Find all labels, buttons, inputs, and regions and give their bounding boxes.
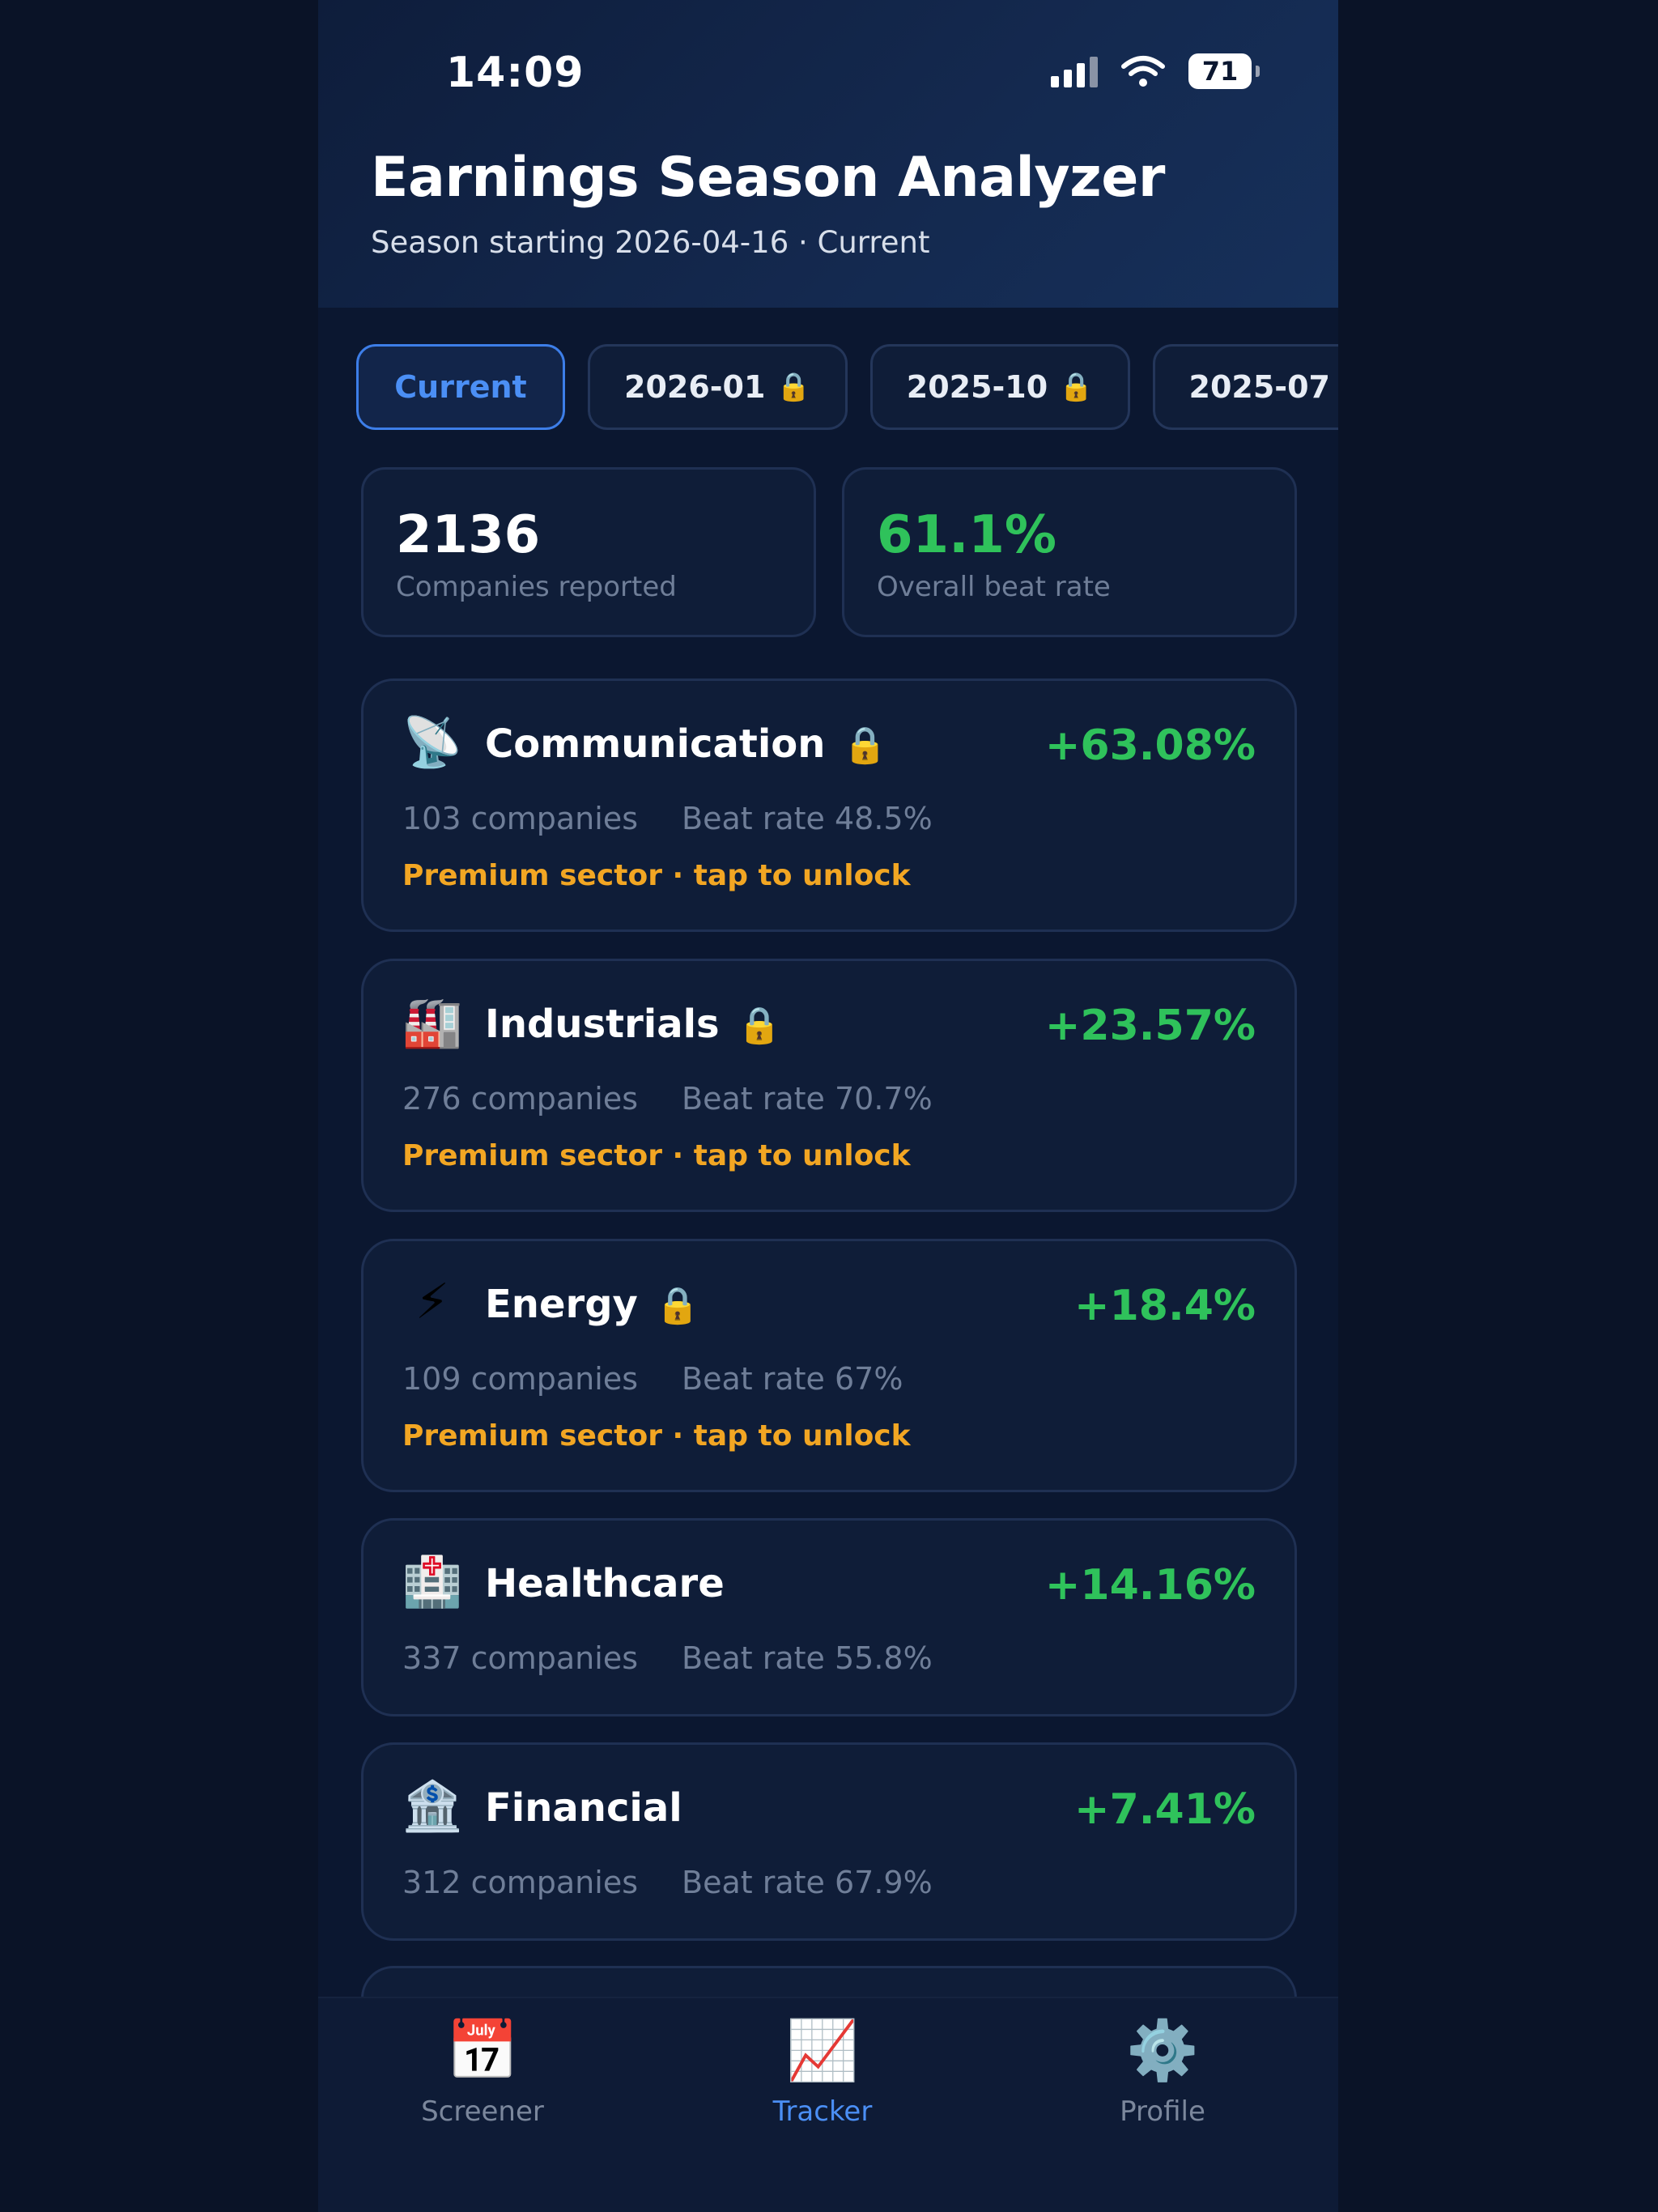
sector-name: Financial <box>485 1785 682 1831</box>
tab-label: 2025-10 <box>906 369 1048 405</box>
nav-screener[interactable]: 📅 Screener <box>385 2016 580 2128</box>
nav-tracker[interactable]: 📈 Tracker <box>725 2016 920 2128</box>
sector-beat-rate: Beat rate 48.5% <box>682 801 933 836</box>
sector-beat-rate: Beat rate 55.8% <box>682 1640 933 1676</box>
sector-card-communication[interactable]: 📡 Communication 🔒 +63.08% 103 companies B… <box>361 678 1297 932</box>
sector-change: +63.08% <box>1044 721 1256 770</box>
sector-meta: 337 companies Beat rate 55.8% <box>402 1640 933 1676</box>
battery-level: 71 <box>1201 56 1239 87</box>
sector-name: Healthcare <box>485 1561 725 1606</box>
calendar-icon: 📅 <box>446 2016 519 2084</box>
lock-icon: 🔒 <box>843 725 888 766</box>
sector-beat-rate: Beat rate 70.7% <box>682 1081 933 1117</box>
sector-card-financial[interactable]: 🏦 Financial +7.41% 312 companies Beat ra… <box>361 1742 1297 1941</box>
nav-label: Tracker <box>772 2095 873 2128</box>
sector-name: Energy 🔒 <box>485 1282 700 1327</box>
tab-2026-01[interactable]: 2026-01 🔒 <box>588 344 848 430</box>
sector-card-industrials[interactable]: 🏭 Industrials 🔒 +23.57% 276 companies Bea… <box>361 959 1297 1212</box>
lock-icon: 🔒 <box>1059 371 1094 403</box>
sector-beat-rate: Beat rate 67.9% <box>682 1865 933 1900</box>
sector-change: +14.16% <box>1044 1561 1256 1610</box>
beat-rate-card: 61.1% Overall beat rate <box>842 467 1297 637</box>
wifi-icon <box>1121 56 1165 87</box>
tab-label: 2026-01 <box>624 369 766 405</box>
sector-companies: 276 companies <box>402 1081 638 1117</box>
cellular-signal-icon <box>1051 55 1098 87</box>
beat-rate-label: Overall beat rate <box>877 571 1111 603</box>
gear-icon: ⚙️ <box>1126 2016 1199 2084</box>
sector-companies: 103 companies <box>402 801 638 836</box>
lock-icon: 🔒 <box>655 1285 700 1326</box>
sector-name-text: Communication <box>485 721 826 767</box>
sector-meta: 109 companies Beat rate 67% <box>402 1361 903 1397</box>
sector-change: +18.4% <box>1074 1282 1256 1330</box>
sector-card-healthcare[interactable]: 🏥 Healthcare +14.16% 337 companies Beat … <box>361 1518 1297 1716</box>
sector-meta: 312 companies Beat rate 67.9% <box>402 1865 933 1900</box>
beat-rate-value: 61.1% <box>877 505 1057 565</box>
lock-icon: 🔒 <box>737 1005 782 1046</box>
sector-change: +7.41% <box>1074 1785 1256 1834</box>
nav-label: Screener <box>421 2095 544 2128</box>
premium-unlock-link[interactable]: Premium sector · tap to unlock <box>402 859 911 892</box>
season-tabs: Current 2026-01 🔒 2025-10 🔒 2025-07 🔒 <box>356 344 1338 430</box>
factory-icon: 🏭 <box>402 994 463 1051</box>
nav-label: Profile <box>1120 2095 1205 2128</box>
hospital-icon: 🏥 <box>402 1554 463 1610</box>
sector-card-energy[interactable]: ⚡ Energy 🔒 +18.4% 109 companies Beat rate… <box>361 1239 1297 1492</box>
premium-unlock-link[interactable]: Premium sector · tap to unlock <box>402 1419 911 1453</box>
tab-label: 2025-07 <box>1188 369 1330 405</box>
satellite-dish-icon: 📡 <box>402 714 463 771</box>
sector-meta: 276 companies Beat rate 70.7% <box>402 1081 933 1117</box>
tab-2025-10[interactable]: 2025-10 🔒 <box>869 344 1130 430</box>
page-title: Earnings Season Analyzer <box>371 146 1165 210</box>
sector-name: Communication 🔒 <box>485 721 887 767</box>
bottom-nav: 📅 Screener 📈 Tracker ⚙️ Profile <box>318 1997 1338 2212</box>
page-subtitle: Season starting 2026-04-16 · Current <box>371 225 930 260</box>
sector-name: Industrials 🔒 <box>485 1002 781 1047</box>
companies-reported-label: Companies reported <box>396 571 677 603</box>
sector-beat-rate: Beat rate 67% <box>682 1361 903 1397</box>
sector-name-text: Energy <box>485 1282 638 1327</box>
sector-companies: 109 companies <box>402 1361 638 1397</box>
status-icons: 71 <box>1051 53 1260 89</box>
tab-current[interactable]: Current <box>356 344 565 430</box>
sector-name-text: Industrials <box>485 1002 720 1047</box>
sector-meta: 103 companies Beat rate 48.5% <box>402 801 933 836</box>
sector-companies: 312 companies <box>402 1865 638 1900</box>
companies-reported-value: 2136 <box>396 505 541 565</box>
status-time: 14:09 <box>446 49 585 97</box>
nav-profile[interactable]: ⚙️ Profile <box>1065 2016 1260 2128</box>
tab-label: Current <box>394 369 527 405</box>
phone-screen: 14:09 71 Earnings Season Analyzer Season… <box>318 0 1338 2212</box>
app-header: 14:09 71 Earnings Season Analyzer Season… <box>318 0 1338 308</box>
companies-reported-card: 2136 Companies reported <box>361 467 816 637</box>
battery-icon: 71 <box>1188 53 1260 89</box>
bank-icon: 🏦 <box>402 1778 463 1835</box>
lock-icon: 🔒 <box>776 371 811 403</box>
tab-2025-07[interactable]: 2025-07 🔒 <box>1152 344 1338 430</box>
sector-companies: 337 companies <box>402 1640 638 1676</box>
premium-unlock-link[interactable]: Premium sector · tap to unlock <box>402 1139 911 1172</box>
chart-increasing-icon: 📈 <box>786 2016 859 2084</box>
lightning-icon: ⚡ <box>414 1274 450 1330</box>
sector-change: +23.57% <box>1044 1002 1256 1050</box>
